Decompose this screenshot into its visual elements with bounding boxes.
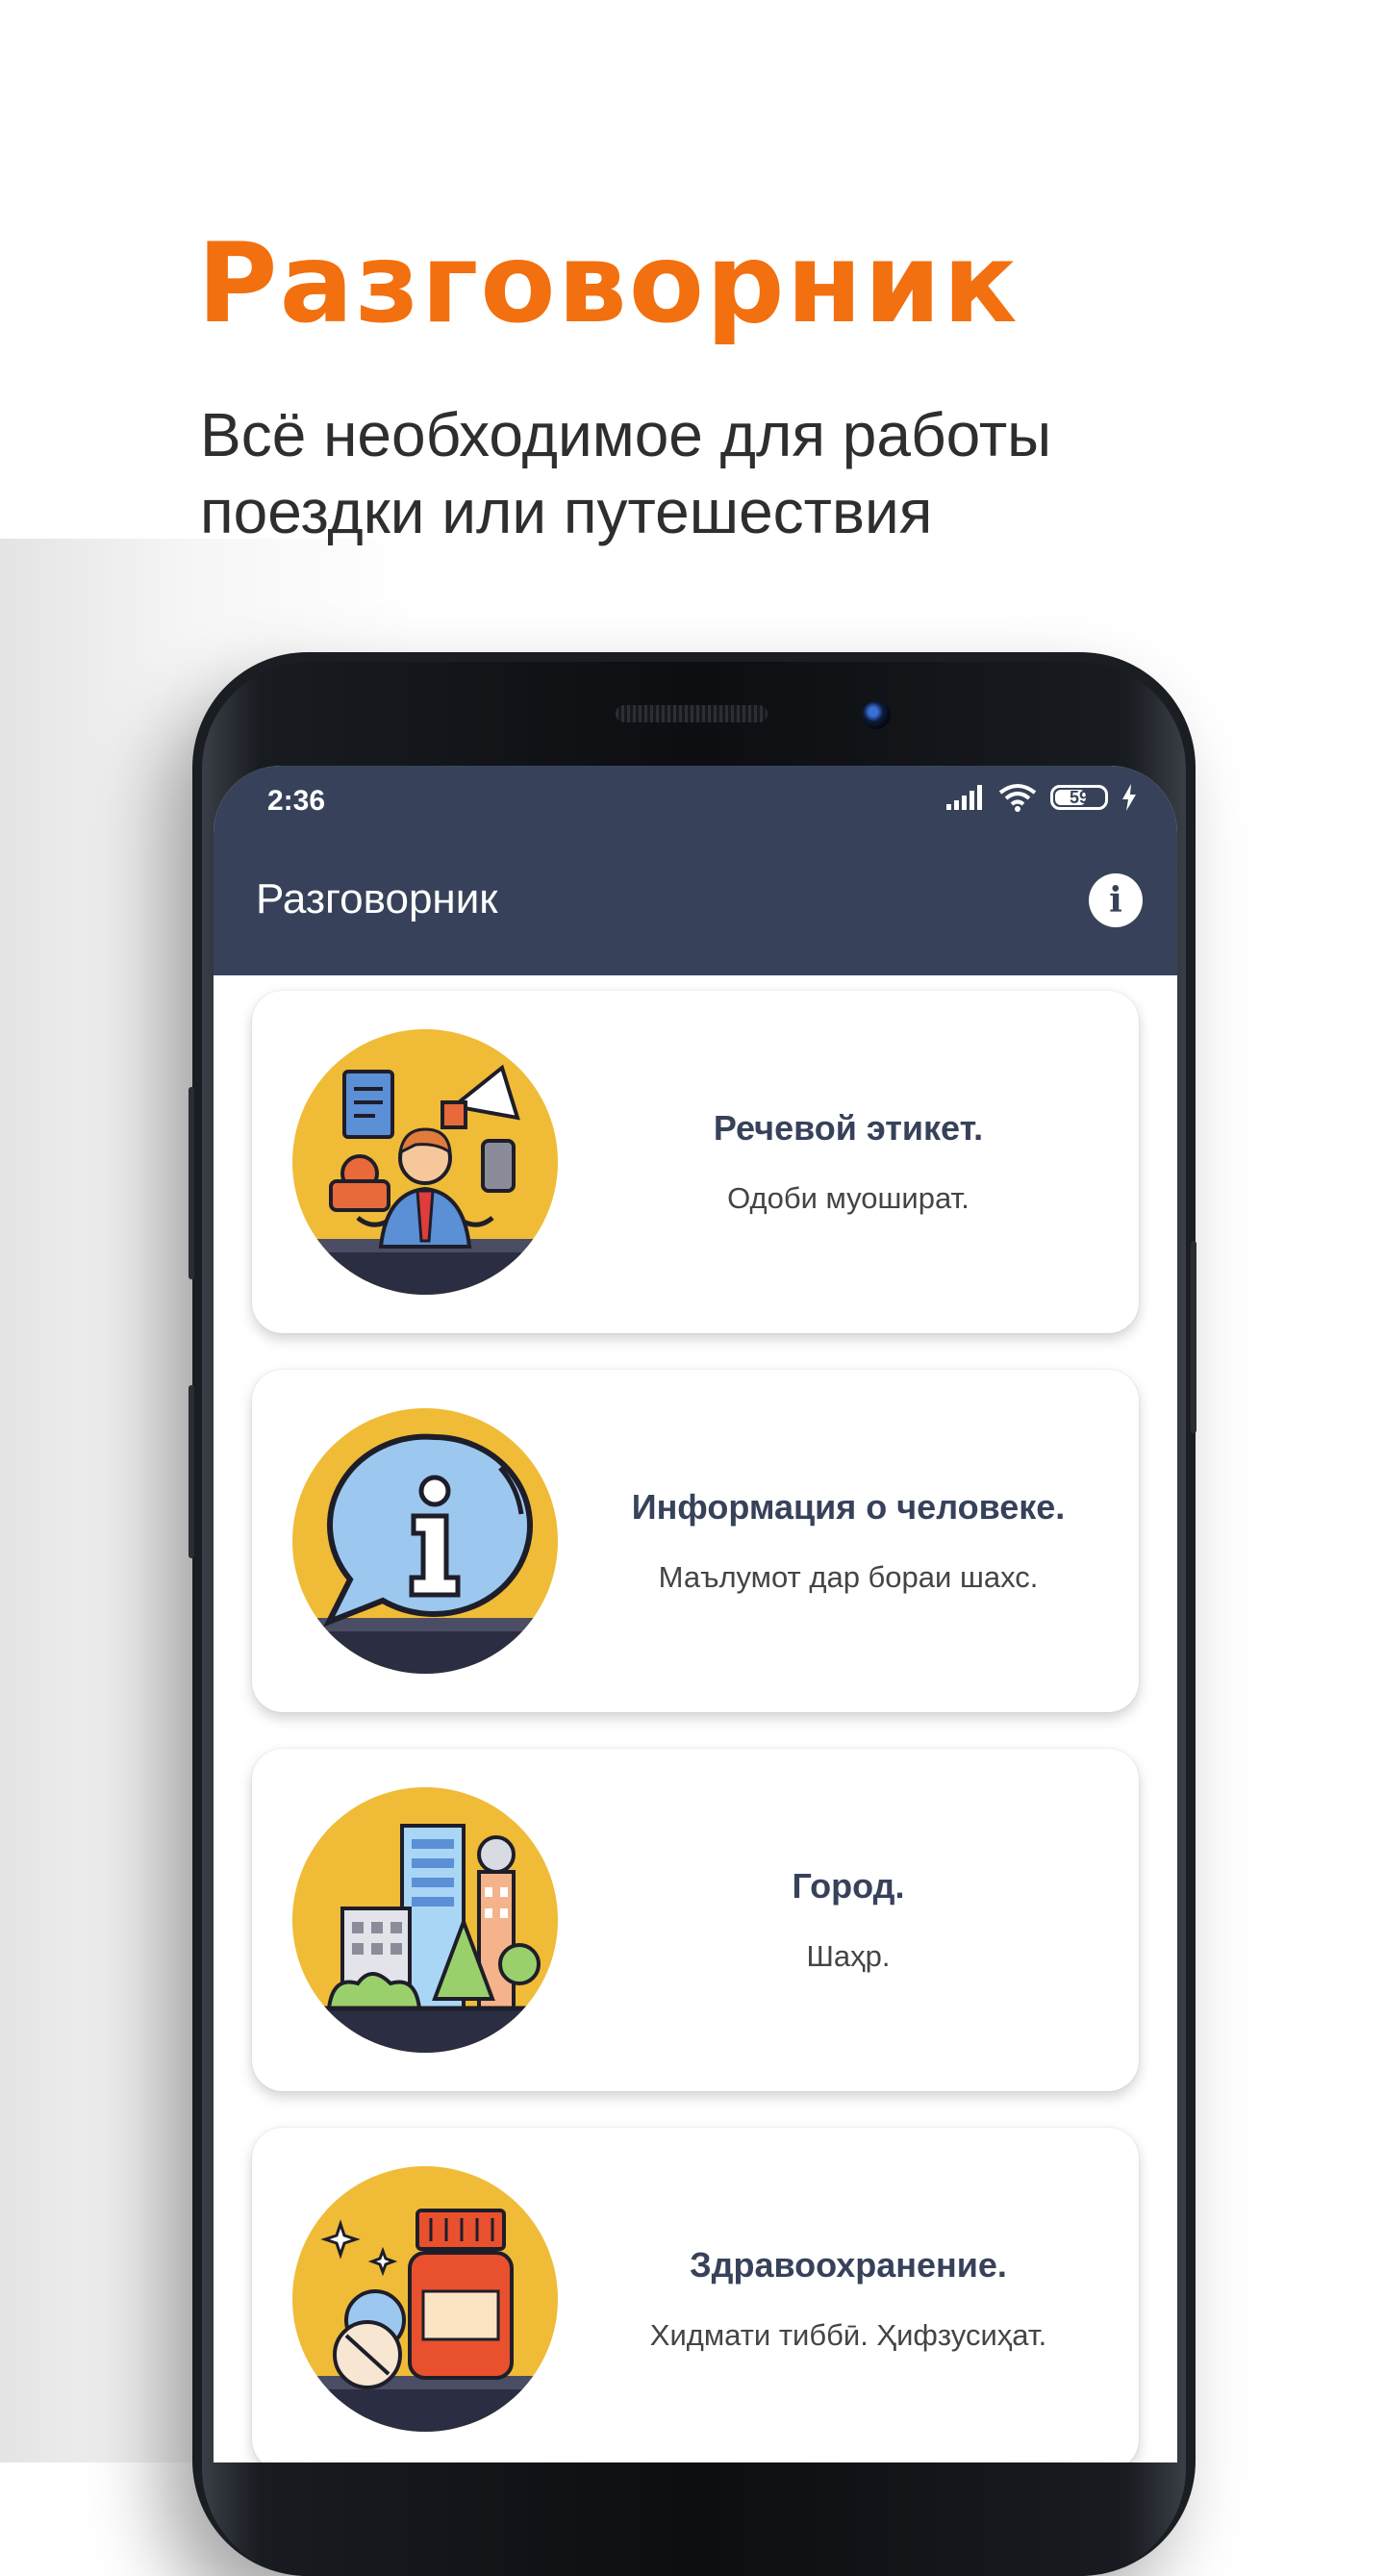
business-person-icon: [292, 1029, 558, 1295]
charging-icon: [1122, 784, 1136, 811]
promo-title: Разговорник: [197, 219, 1020, 347]
card-text: Город. Шаҳр.: [579, 1749, 1118, 2091]
status-time: 2:36: [267, 785, 326, 817]
info-icon: i: [1109, 880, 1122, 921]
battery-level: 59: [1069, 788, 1090, 807]
app-title: Разговорник: [256, 875, 498, 922]
power-button: [189, 1385, 194, 1558]
card-text: Здравоохранение. Хидмати тиббӣ. Ҳифзусиҳ…: [579, 2128, 1118, 2462]
city-icon: [292, 1787, 558, 2053]
category-card-healthcare[interactable]: Здравоохранение. Хидмати тиббӣ. Ҳифзусиҳ…: [252, 2128, 1139, 2462]
card-title: Город.: [792, 1866, 905, 1906]
card-title: Речевой этикет.: [713, 1108, 984, 1148]
card-title: Информация о человеке.: [631, 1487, 1066, 1527]
volume-button: [189, 1087, 194, 1279]
wifi-icon: [998, 784, 1037, 812]
category-card-personal-info[interactable]: Информация о человеке. Маълумот дар бора…: [252, 1370, 1139, 1712]
battery-icon: 59: [1050, 785, 1108, 810]
card-title: Здравоохранение.: [690, 2245, 1007, 2285]
card-subtitle: Шаҳр.: [806, 1939, 891, 1973]
side-key: [1191, 1241, 1196, 1433]
card-subtitle: Хидмати тиббӣ. Ҳифзусиҳат.: [649, 2318, 1047, 2352]
earpiece-speaker: [616, 705, 768, 722]
card-text: Информация о человеке. Маълумот дар бора…: [579, 1370, 1118, 1712]
medicine-icon: [292, 2166, 558, 2432]
card-text: Речевой этикет. Одоби муошират.: [579, 991, 1118, 1333]
app-bar: 2:36 59 Разговорник i: [214, 766, 1177, 975]
info-bubble-icon: [292, 1408, 558, 1674]
category-card-city[interactable]: Город. Шаҳр.: [252, 1749, 1139, 2091]
info-button[interactable]: i: [1089, 873, 1143, 927]
category-list: Речевой этикет. Одоби муошират. Информац…: [214, 975, 1177, 2462]
status-icons: 59: [946, 783, 1137, 812]
front-camera: [862, 700, 891, 729]
phone-screen: 2:36 59 Разговорник i Речевой этикет. Од…: [214, 766, 1177, 2462]
signal-icon: [946, 785, 982, 810]
card-subtitle: Маълумот дар бораи шахс.: [658, 1560, 1039, 1594]
category-card-speech-etiquette[interactable]: Речевой этикет. Одоби муошират.: [252, 991, 1139, 1333]
promo-subtitle: Всё необходимое для работы поездки или п…: [200, 400, 1052, 546]
card-subtitle: Одоби муошират.: [727, 1181, 970, 1215]
